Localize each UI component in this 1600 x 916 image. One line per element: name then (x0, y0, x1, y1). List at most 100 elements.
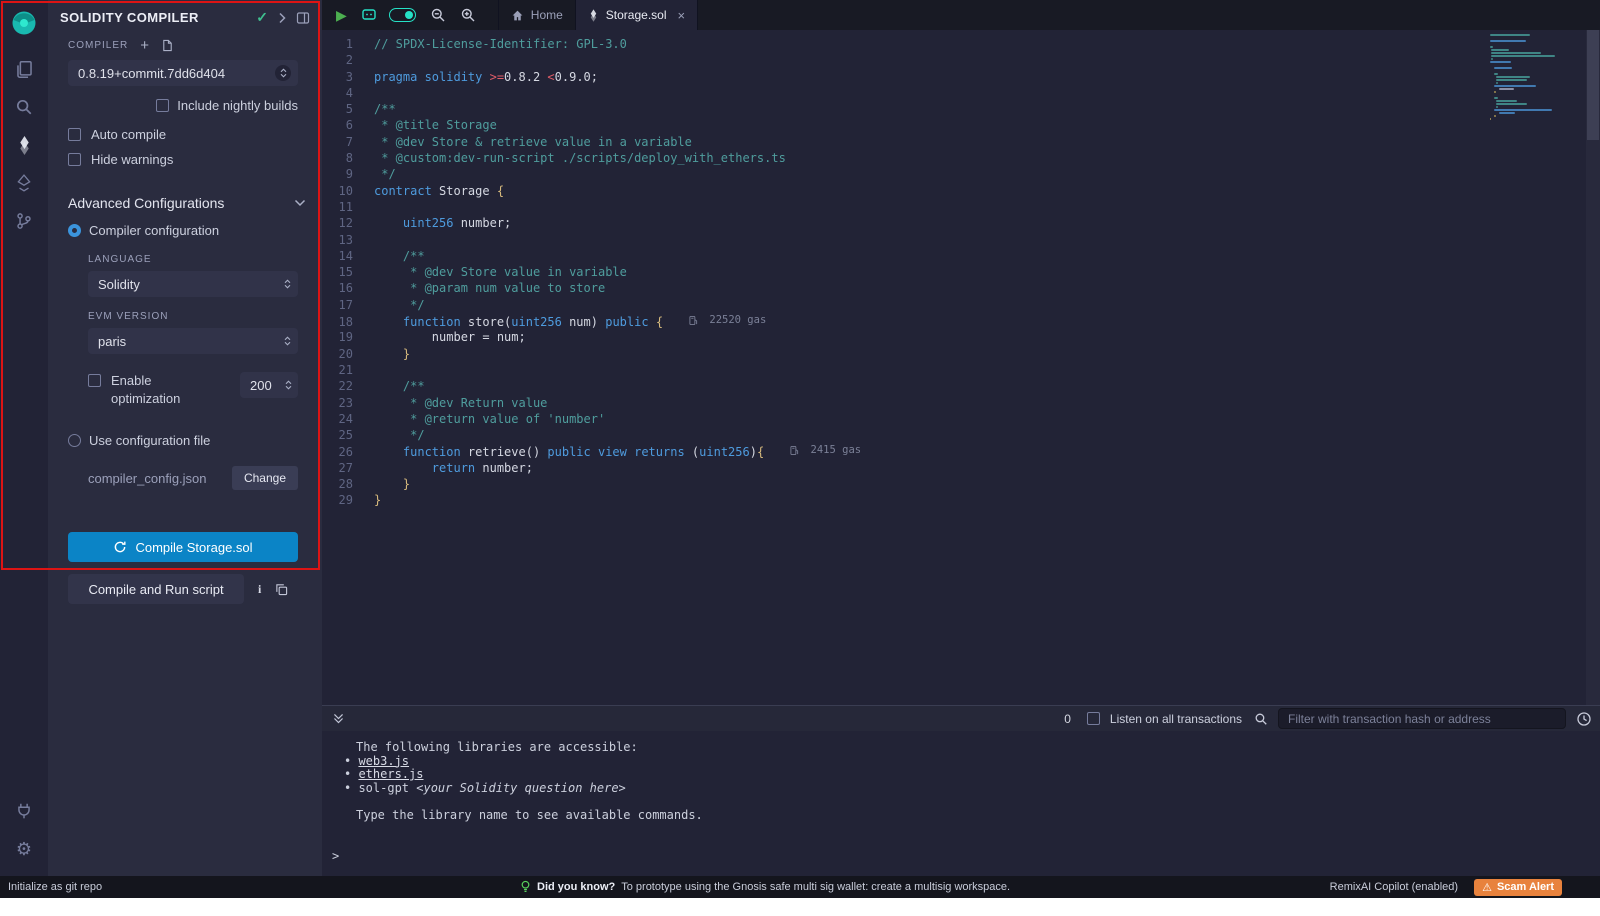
hide-warnings-checkbox[interactable] (68, 153, 81, 166)
chevron-right-icon[interactable] (278, 12, 286, 24)
code-line: 8 * @custom:dev-run-script ./scripts/dep… (322, 151, 861, 167)
tab-storage-sol[interactable]: Storage.sol × (576, 0, 698, 30)
line-number: 22 (322, 379, 374, 393)
evm-version-select[interactable]: paris (88, 328, 298, 354)
line-number: 26 (322, 445, 374, 459)
copilot-status[interactable]: RemixAI Copilot (enabled) (1330, 881, 1458, 893)
stepper-caret-icon (285, 380, 292, 390)
code-line: 13 (322, 233, 861, 249)
terminal-prompt[interactable]: > (332, 850, 1600, 864)
code-line: 26 function retrieve() public view retur… (322, 444, 861, 460)
code-line: 15 * @dev Store value in variable (322, 265, 861, 281)
use-configuration-file-radio[interactable] (68, 434, 81, 447)
ai-copilot-icon[interactable] (361, 7, 377, 23)
include-nightly-checkbox[interactable] (156, 99, 169, 112)
advanced-configurations-toggle[interactable]: Advanced Configurations (68, 195, 306, 211)
tab-storage-label: Storage.sol (606, 8, 667, 22)
line-number: 29 (322, 493, 374, 507)
zoom-out-button[interactable] (430, 7, 446, 23)
compiler-version-select[interactable]: 0.8.19+commit.7dd6d404 (68, 60, 298, 86)
code-line: 9 */ (322, 167, 861, 183)
line-number: 18 (322, 315, 374, 329)
terminal-line: • sol-gpt <your Solidity question here> (332, 782, 1600, 796)
terminal-line: Type the library name to see available c… (332, 809, 1600, 823)
panel-title: SOLIDITY COMPILER (60, 10, 246, 25)
add-compiler-icon[interactable]: + (140, 38, 149, 53)
icon-sidebar: ⚙ (0, 0, 48, 876)
language-value: Solidity (98, 277, 140, 292)
minimap[interactable] (1490, 34, 1582, 121)
line-number: 17 (322, 298, 374, 312)
evm-version-value: paris (98, 334, 126, 349)
language-select[interactable]: Solidity (88, 271, 298, 297)
tab-home[interactable]: Home (498, 0, 576, 30)
scam-alert-badge[interactable]: ⚠ Scam Alert (1474, 879, 1562, 896)
remix-logo-icon (10, 9, 38, 37)
enable-optimization-checkbox[interactable] (88, 374, 101, 387)
deploy-run-button[interactable] (0, 164, 48, 202)
optimization-runs-input[interactable]: 200 (240, 372, 298, 398)
compile-success-check-icon: ✓ (256, 9, 268, 26)
line-number: 7 (322, 135, 374, 149)
line-number: 19 (322, 330, 374, 344)
library-link[interactable]: ethers.js (358, 767, 423, 781)
select-caret-icon (284, 279, 291, 289)
gas-estimate: 2415 gas (790, 444, 861, 456)
remix-ide-app: ⚙ SOLIDITY COMPILER ✓ COMPILER + 0.8.19+… (0, 0, 1600, 898)
library-link[interactable]: web3.js (358, 754, 409, 768)
collapse-terminal-icon[interactable] (332, 712, 345, 725)
line-number: 8 (322, 151, 374, 165)
code-line: 22 /** (322, 379, 861, 395)
gear-icon: ⚙ (16, 840, 32, 858)
auto-compile-checkbox[interactable] (68, 128, 81, 141)
plugin-manager-button[interactable] (0, 792, 48, 830)
terminal-line: • web3.js (332, 755, 1600, 769)
change-config-button[interactable]: Change (232, 466, 298, 490)
code-line: 6 * @title Storage (322, 118, 861, 134)
search-button[interactable] (0, 88, 48, 126)
copy-icon[interactable] (275, 583, 288, 596)
copilot-toggle[interactable] (389, 8, 416, 22)
line-number: 16 (322, 281, 374, 295)
line-number: 4 (322, 86, 374, 100)
code-line: 14 /** (322, 249, 861, 265)
transaction-filter-input[interactable] (1278, 708, 1566, 729)
compiler-configuration-radio[interactable] (68, 224, 81, 237)
main-area: ▶ Home (322, 0, 1600, 876)
editor-scrollbar (1586, 30, 1600, 705)
info-icon[interactable]: i (258, 582, 261, 597)
compile-button[interactable]: Compile Storage.sol (68, 532, 298, 562)
terminal-header: 0 Listen on all transactions (322, 705, 1600, 731)
file-explorer-icon (15, 60, 34, 79)
listen-transactions-checkbox[interactable] (1087, 712, 1100, 725)
code-line: 10contract Storage { (322, 184, 861, 200)
close-tab-icon[interactable]: × (678, 8, 686, 23)
gas-estimate: 22520 gas (689, 314, 766, 326)
line-number: 1 (322, 37, 374, 51)
run-script-button[interactable]: ▶ (336, 8, 347, 22)
open-file-icon[interactable] (161, 39, 174, 52)
optimization-runs-value: 200 (250, 378, 272, 393)
code-editor[interactable]: 1// SPDX-License-Identifier: GPL-3.023pr… (322, 30, 1600, 705)
compile-and-run-button[interactable]: Compile and Run script (68, 574, 244, 604)
code-line: 21 (322, 363, 861, 379)
history-clock-icon[interactable] (1576, 711, 1592, 727)
terminal-line: The following libraries are accessible: (332, 741, 1600, 755)
terminal-lines: The following libraries are accessible:•… (332, 741, 1600, 863)
remix-logo[interactable] (9, 8, 39, 38)
zoom-in-button[interactable] (460, 7, 476, 23)
lightbulb-icon (520, 880, 531, 894)
solidity-compiler-button[interactable] (0, 126, 48, 164)
file-explorer-button[interactable] (0, 50, 48, 88)
scrollbar-thumb[interactable] (1587, 30, 1599, 140)
source-control-button[interactable] (0, 202, 48, 240)
config-file-name: compiler_config.json (88, 471, 232, 486)
code-line: 28 } (322, 477, 861, 493)
pin-panel-icon[interactable] (296, 11, 310, 25)
terminal[interactable]: The following libraries are accessible:•… (322, 731, 1600, 876)
terminal-line: • ethers.js (332, 768, 1600, 782)
terminal-search-icon[interactable] (1254, 712, 1268, 726)
terminal-line (332, 823, 1600, 837)
settings-button[interactable]: ⚙ (0, 830, 48, 868)
git-init-status[interactable]: Initialize as git repo (8, 881, 102, 893)
